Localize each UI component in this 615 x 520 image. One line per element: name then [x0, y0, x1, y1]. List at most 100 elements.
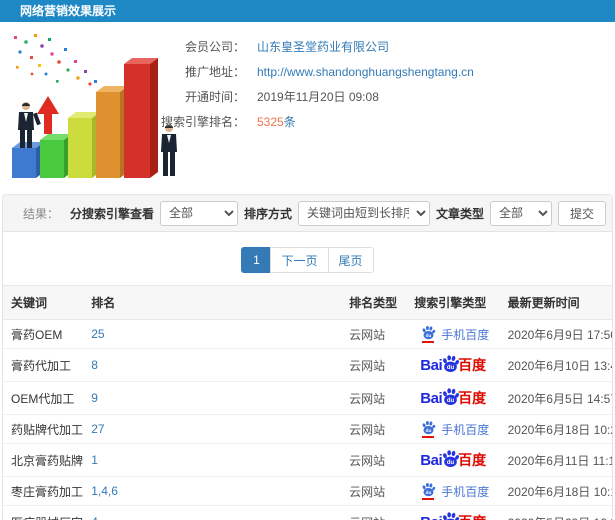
sort-filter-select[interactable]: 关键词由短到长排序: [297, 200, 430, 226]
updated-cell: 2020年6月5日 14:57: [499, 381, 612, 415]
businessman-left: [18, 102, 41, 148]
promo-url-link[interactable]: http://www.shandonghuangshengtang.cn: [257, 65, 474, 79]
baidu-red-underline: [422, 341, 435, 343]
col-keyword: 关键词: [3, 285, 84, 320]
promo-url-label: 推广地址：: [184, 65, 245, 79]
page-1-button[interactable]: 1: [241, 247, 272, 273]
rank-type-cell: 云网站: [341, 414, 407, 444]
keyword-cell: 北京膏药贴牌: [3, 443, 84, 477]
keyword-cell: 膏药OEM: [3, 319, 84, 349]
col-updated: 最新更新时间: [499, 285, 612, 320]
keyword-cell: 医疗器械厂家: [3, 505, 84, 520]
engine-cell: du 手机百度: [406, 319, 500, 349]
keyword-cell: 枣庄膏药加工: [3, 476, 84, 506]
rank-link[interactable]: 1: [83, 443, 342, 477]
baidu-latin-text: Bai: [420, 356, 443, 374]
info-row-rankcount: 搜索引擎排名： 5325 条: [130, 109, 610, 134]
mobile-baidu-logo: du 手机百度: [420, 420, 489, 438]
updated-cell: 2020年6月10日 13:40: [499, 348, 612, 382]
company-label: 会员公司：: [184, 40, 245, 54]
baidu-logo: Bai du 百度: [420, 449, 486, 471]
mobile-baidu-logo: du 手机百度: [420, 482, 489, 500]
rank-link[interactable]: 1,4,6: [83, 476, 342, 506]
open-time-label: 开通时间：: [184, 90, 245, 104]
rank-count-label: 搜索引擎排名：: [160, 115, 245, 129]
baidu-latin-text: Bai: [420, 451, 443, 469]
col-rank-type: 排名类型: [341, 285, 407, 320]
table-row: 药贴牌代加工 27 云网站 du 手机百度 2020年6月18日 10:: [3, 414, 612, 444]
rank-link[interactable]: 25: [83, 319, 342, 349]
mobile-baidu-label: 手机百度: [441, 327, 490, 342]
updated-cell: 2020年5月29日 10:32: [499, 505, 612, 520]
table-row: OEM代加工 9 云网站 Bai du 百度 2020年6月5日 14:57: [3, 381, 612, 415]
engine-filter-label: 分搜索引擎查看: [69, 206, 154, 221]
baidu-cn-text: 百度: [458, 390, 487, 406]
rank-count-suffix: 条: [283, 115, 296, 129]
engine-cell: du 手机百度: [406, 414, 500, 444]
rank-type-cell: 云网站: [341, 443, 407, 477]
table-row: 膏药代加工 8 云网站 Bai du 百度 2020年6月10日 13:: [3, 348, 612, 382]
table-row: 膏药OEM 25 云网站 du 手机百度 2020年6月9日 17:50: [3, 319, 612, 349]
rank-type-cell: 云网站: [341, 381, 407, 415]
filter-controls: 分搜索引擎查看 全部 排序方式 关键词由短到长排序 文章类型 全部 提交: [69, 200, 606, 226]
engine-cell: Bai du 百度: [406, 505, 500, 520]
svg-text:du: du: [447, 460, 455, 466]
rank-link[interactable]: 9: [83, 381, 342, 415]
baidu-paw-icon: du: [420, 482, 436, 500]
keyword-cell: 药贴牌代加工: [3, 414, 84, 444]
updated-cell: 2020年6月18日 10:19: [499, 476, 612, 506]
bar-green: [40, 134, 72, 178]
filter-bar: 结果： 分搜索引擎查看 全部 排序方式 关键词由短到长排序 文章类型 全部 提交: [3, 195, 612, 232]
mobile-baidu-label: 手机百度: [441, 422, 490, 437]
svg-text:du: du: [425, 428, 431, 433]
article-type-label: 文章类型: [435, 206, 484, 221]
engine-filter-select[interactable]: 全部: [159, 200, 238, 226]
mobile-baidu-label: 手机百度: [441, 484, 490, 499]
svg-text:du: du: [447, 398, 455, 404]
article-type-select[interactable]: 全部: [489, 200, 552, 226]
baidu-red-underline: [422, 436, 435, 438]
baidu-logo: Bai du 百度: [420, 387, 486, 409]
baidu-cn-text: 百度: [458, 452, 487, 468]
pagination-wrap: 1 下一页 尾页: [3, 232, 612, 285]
updated-cell: 2020年6月18日 10:25: [499, 414, 612, 444]
rank-type-cell: 云网站: [341, 505, 407, 520]
keyword-cell: OEM代加工: [3, 381, 84, 415]
last-page-button[interactable]: 尾页: [327, 247, 374, 273]
table-row: 医疗器械厂家 4 云网站 Bai du 百度 202: [3, 505, 612, 520]
company-link[interactable]: 山东皇圣堂药业有限公司: [257, 38, 389, 55]
rank-link[interactable]: 27: [83, 414, 342, 444]
sort-filter-label: 排序方式: [243, 206, 292, 221]
baidu-red-underline: [422, 498, 435, 500]
baidu-cn-text: 百度: [458, 512, 486, 520]
baidu-logo: Bai du 百度: [420, 354, 486, 376]
engine-cell: du 手机百度: [406, 476, 500, 506]
updated-cell: 2020年6月11日 11:18: [499, 443, 612, 477]
open-time-value: 2019年11月20日 09:08: [257, 90, 379, 104]
baidu-paw-icon: du: [420, 325, 436, 343]
baidu-logo: Bai du 百度: [420, 511, 486, 520]
engine-cell: Bai du 百度: [406, 443, 500, 477]
table-header: 关键词 排名 排名类型 搜索引擎类型 最新更新时间: [3, 285, 612, 320]
next-page-button[interactable]: 下一页: [270, 247, 329, 273]
engine-cell: Bai du 百度: [406, 348, 500, 382]
table-body: 膏药OEM 25 云网站 du 手机百度 2020年6月9日 17:50 膏药代…: [3, 319, 612, 520]
svg-text:du: du: [447, 365, 455, 371]
bar-yellow: [68, 112, 100, 178]
bar-orange: [96, 86, 128, 178]
result-label: 结果：: [23, 206, 60, 221]
svg-text:du: du: [425, 333, 431, 338]
baidu-paw-icon: du: [420, 420, 436, 438]
baidu-latin-text: Bai: [420, 389, 443, 407]
pagination: 1 下一页 尾页: [241, 247, 374, 273]
rank-type-cell: 云网站: [341, 319, 407, 349]
baidu-cn-text: 百度: [458, 357, 487, 373]
rank-link[interactable]: 8: [83, 348, 342, 382]
submit-button[interactable]: 提交: [557, 200, 606, 226]
result-panel: 结果： 分搜索引擎查看 全部 排序方式 关键词由短到长排序 文章类型 全部 提交…: [2, 194, 613, 520]
info-row-company: 会员公司： 山东皇圣堂药业有限公司: [130, 34, 610, 59]
rank-link[interactable]: 4: [83, 505, 342, 520]
rank-count-value: 5325: [257, 114, 284, 129]
col-rank: 排名: [83, 285, 342, 320]
member-info: 会员公司： 山东皇圣堂药业有限公司 推广地址： http://www.shand…: [130, 34, 610, 134]
